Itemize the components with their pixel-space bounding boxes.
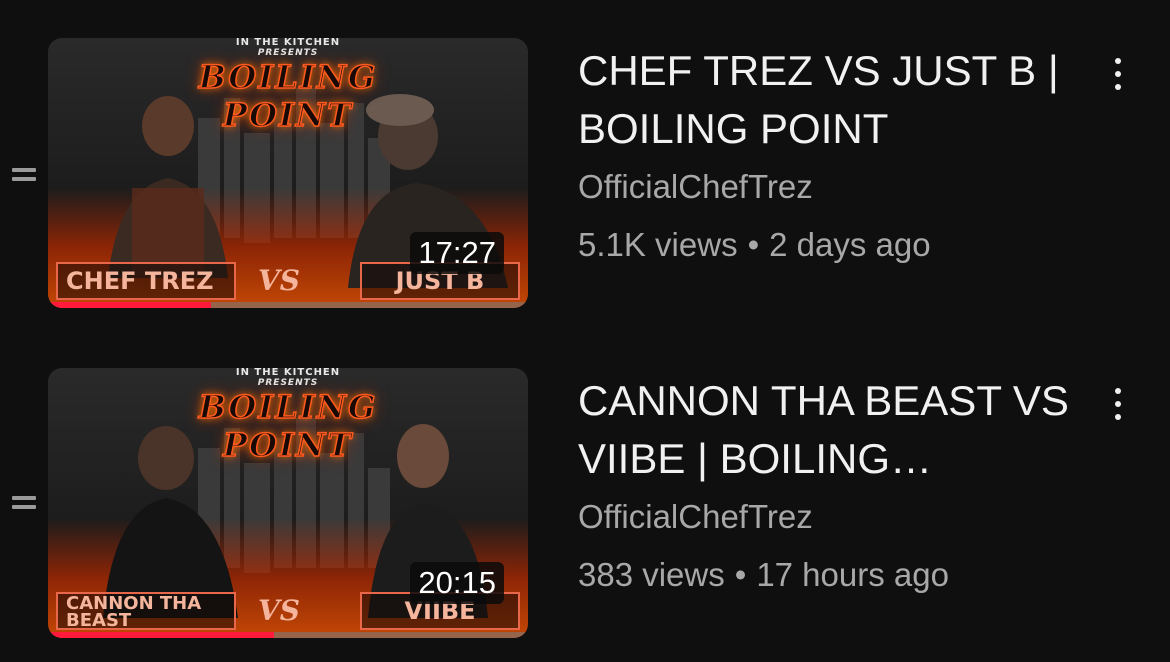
promo-top-text: IN THE KITCHEN PRESENTS xyxy=(235,38,341,58)
upload-age: 17 hours ago xyxy=(756,556,949,593)
duration-badge: 20:15 xyxy=(410,562,504,604)
more-vertical-icon[interactable] xyxy=(1104,388,1132,448)
watch-progress-bar xyxy=(48,632,528,638)
thumbnail-brand-title: BOILING POINT xyxy=(198,57,378,135)
video-title[interactable]: CANNON THA BEAST VS VIIBE | BOILING… xyxy=(578,372,1098,488)
promo-top-text: IN THE KITCHEN PRESENTS xyxy=(235,368,341,388)
thumbnail-left-name: CHEF TREZ xyxy=(56,262,236,300)
upload-age: 2 days ago xyxy=(769,226,931,263)
video-info[interactable]: CHEF TREZ VS JUST B | BOILING POINT Offi… xyxy=(578,42,1098,274)
thumbnail-brand-title: BOILING POINT xyxy=(198,387,378,465)
more-vertical-icon[interactable] xyxy=(1104,58,1132,118)
drag-handle-icon[interactable] xyxy=(12,168,36,186)
view-count: 383 views xyxy=(578,556,725,593)
view-count: 5.1K views xyxy=(578,226,738,263)
meta-separator: • xyxy=(747,226,760,263)
video-list-item[interactable]: IN THE KITCHEN PRESENTS BOILING POINT CH… xyxy=(0,30,1170,310)
duration-badge: 17:27 xyxy=(410,232,504,274)
channel-name[interactable]: OfficialChefTrez xyxy=(578,158,1098,216)
video-title[interactable]: CHEF TREZ VS JUST B | BOILING POINT xyxy=(578,42,1098,158)
channel-name[interactable]: OfficialChefTrez xyxy=(578,488,1098,546)
watch-progress-bar xyxy=(48,302,528,308)
video-list-item[interactable]: IN THE KITCHEN PRESENTS BOILING POINT CA… xyxy=(0,360,1170,640)
watch-progress-fill xyxy=(48,302,212,308)
video-thumbnail[interactable]: IN THE KITCHEN PRESENTS BOILING POINT CA… xyxy=(48,368,528,638)
video-metadata: 5.1K views • 2 days ago xyxy=(578,216,1098,274)
video-metadata: 383 views • 17 hours ago xyxy=(578,546,1098,604)
thumbnail-left-name: CANNON THA BEAST xyxy=(56,592,236,630)
watch-progress-fill xyxy=(48,632,274,638)
video-thumbnail[interactable]: IN THE KITCHEN PRESENTS BOILING POINT CH… xyxy=(48,38,528,308)
meta-separator: • xyxy=(734,556,747,593)
drag-handle-icon[interactable] xyxy=(12,496,36,514)
thumbnail-vs: VS xyxy=(258,264,300,297)
video-info[interactable]: CANNON THA BEAST VS VIIBE | BOILING… Off… xyxy=(578,372,1098,604)
thumbnail-vs: VS xyxy=(258,594,300,627)
